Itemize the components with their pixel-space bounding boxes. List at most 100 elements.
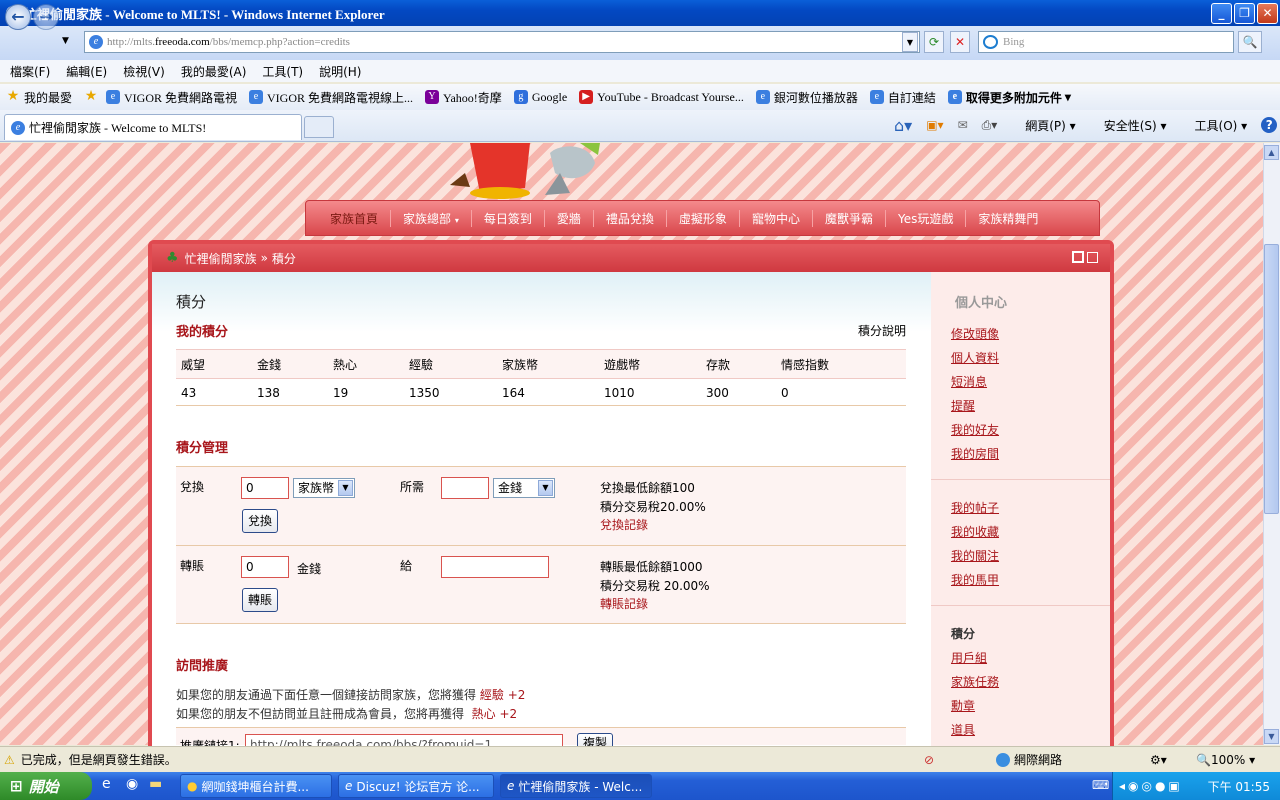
menu-help[interactable]: 說明(H) [319, 63, 361, 80]
site-nav-checkin[interactable]: 每日簽到 [472, 209, 545, 227]
taskbar-task-2[interactable]: e Discuz! 论坛官方 论... [338, 774, 494, 798]
feeds-icon[interactable]: ▣▾ [926, 118, 943, 132]
sidebar-item-friends[interactable]: 我的好友 [951, 421, 999, 438]
exchange-to-select[interactable]: 金錢 ▼ [493, 478, 555, 498]
safety-menu[interactable]: 安全性(S) ▾ [1090, 117, 1167, 134]
exchange-record-link[interactable]: 兌換記錄 [600, 516, 648, 533]
sidebar-item-posts[interactable]: 我的帖子 [951, 499, 999, 516]
sidebar-item-user-group[interactable]: 用戶組 [951, 649, 987, 666]
favorites-button[interactable]: ★ 我的最愛 [6, 89, 72, 106]
exchange-from-select[interactable]: 家族幣 ▼ [293, 478, 355, 498]
ie-page-icon: e [11, 120, 25, 135]
page-menu[interactable]: 網頁(P) ▾ [1011, 117, 1075, 134]
add-favorite-button[interactable]: ★ [84, 90, 102, 104]
fav-link-custom[interactable]: e 自訂連結 [869, 89, 936, 106]
menu-favorites[interactable]: 我的最愛(A) [181, 63, 247, 80]
site-nav-yes-games[interactable]: Yes玩遊戲 [886, 209, 967, 227]
tray-icons[interactable]: ◂◉◎●▣ [1119, 779, 1183, 793]
taskbar-task-3[interactable]: e 忙裡偷閒家族 - Welc... [500, 774, 652, 798]
warning-icon[interactable]: ⚠ [4, 753, 15, 767]
sidebar-item-room[interactable]: 我的房間 [951, 445, 999, 462]
ie-page-icon: e [755, 90, 770, 104]
transfer-record-link[interactable]: 轉賬記錄 [600, 595, 648, 612]
site-nav-dance[interactable]: 家族精舞門 [966, 210, 1050, 227]
stop-icon[interactable]: ✕ [950, 31, 970, 53]
clock[interactable]: 下午 01:55 [1208, 778, 1270, 795]
site-nav-home[interactable]: 家族首頁 [318, 209, 392, 227]
sidebar-item-items[interactable]: 道具 [951, 721, 975, 738]
zoom-level[interactable]: 🔍100% ▾ [1196, 753, 1255, 767]
fav-link-vigor-1[interactable]: e VIGOR 免費網路電視 [106, 89, 237, 106]
layout-narrow-icon[interactable] [1072, 251, 1084, 263]
credits-help-link[interactable]: 積分說明 [858, 322, 906, 339]
home-icon[interactable]: ⌂▾ [894, 116, 912, 135]
page-icon: e [89, 35, 103, 49]
transfer-recipient-input[interactable] [441, 556, 549, 578]
breadcrumb-home[interactable]: 忙裡偷閒家族 [185, 250, 257, 267]
credit-value-family-coin: 164 [502, 386, 525, 400]
fav-link-youtube[interactable]: ▶ YouTube - Broadcast Yourse... [579, 90, 744, 105]
close-button[interactable]: ✕ [1257, 3, 1278, 24]
site-nav-love-wall[interactable]: 愛牆 [545, 209, 594, 227]
tab-current[interactable]: e 忙裡偷閒家族 - Welcome to MLTS! [4, 114, 302, 140]
maximize-button[interactable]: ❐ [1234, 3, 1255, 24]
window-title-bar[interactable]: e 忙裡偷閒家族 - Welcome to MLTS! - Windows In… [0, 0, 1280, 26]
sidebar-item-reminders[interactable]: 提醒 [951, 397, 975, 414]
security-settings-icon[interactable]: ⚙▾ [1150, 753, 1167, 767]
site-nav-avatar[interactable]: 虛擬形象 [667, 209, 740, 227]
fav-link-yahoo[interactable]: Y Yahoo!奇摩 [425, 89, 502, 106]
refresh-icon[interactable]: ⟳ [924, 31, 944, 53]
site-nav-warcraft[interactable]: 魔獸爭霸 [813, 209, 886, 227]
site-nav-bar: 家族首頁 家族總部 ▾ 每日簽到 愛牆 禮品兌換 虛擬形象 寵物中心 魔獸爭霸 … [305, 200, 1100, 236]
fav-link-galaxy-player[interactable]: e 銀河數位播放器 [755, 89, 858, 106]
menu-bar: 檔案(F) 編輯(E) 檢視(V) 我的最愛(A) 工具(T) 說明(H) [0, 60, 1280, 82]
exchange-amount-input[interactable] [241, 477, 289, 499]
start-button[interactable]: ⊞ 開始 [0, 772, 92, 800]
quicklaunch-browser-icon[interactable]: ◉ [126, 776, 138, 792]
sidebar-item-alt-accounts[interactable]: 我的馬甲 [951, 571, 999, 588]
sidebar-item-medals[interactable]: 勳章 [951, 697, 975, 714]
sidebar-item-favorites[interactable]: 我的收藏 [951, 523, 999, 540]
taskbar-task-1[interactable]: ● 網咖錢坤櫃台計費... [180, 774, 332, 798]
layout-wide-icon[interactable] [1087, 252, 1098, 263]
quicklaunch-folder-icon[interactable]: ▬ [149, 776, 162, 792]
site-nav-hq[interactable]: 家族總部 ▾ [391, 209, 472, 227]
sidebar-item-profile[interactable]: 個人資料 [951, 349, 999, 366]
tools-menu[interactable]: 工具(O) ▾ [1181, 117, 1248, 134]
address-bar[interactable]: e http://mlts. freeoda.com/bbs/memcp.php?… [84, 31, 920, 53]
exchange-need-input[interactable] [441, 477, 489, 499]
fav-link-vigor-2[interactable]: e VIGOR 免費網路電視線上... [249, 89, 413, 106]
search-input[interactable]: Bing [978, 31, 1234, 53]
search-icon[interactable]: 🔍 [1238, 31, 1262, 53]
menu-file[interactable]: 檔案(F) [10, 63, 50, 80]
mail-icon[interactable]: ✉ [958, 118, 968, 132]
minimize-button[interactable]: _ [1211, 3, 1232, 24]
sidebar-item-messages[interactable]: 短消息 [951, 373, 987, 390]
sidebar-item-following[interactable]: 我的關注 [951, 547, 999, 564]
forward-button[interactable]: → [33, 4, 59, 30]
sidebar-item-edit-avatar[interactable]: 修改頭像 [951, 325, 999, 342]
quicklaunch-ie-icon[interactable]: e [102, 776, 111, 792]
menu-view[interactable]: 檢視(V) [123, 63, 165, 80]
scroll-up-arrow[interactable]: ▲ [1264, 145, 1279, 160]
exchange-button[interactable]: 兌換 [242, 509, 279, 533]
scrollbar-thumb[interactable] [1264, 244, 1279, 514]
history-dropdown-icon[interactable]: ▼ [62, 36, 69, 46]
print-icon[interactable]: ⎙▾ [982, 118, 998, 133]
sidebar-item-tasks[interactable]: 家族任務 [951, 673, 999, 690]
help-icon[interactable]: ? [1261, 117, 1278, 133]
security-zone[interactable]: 網際網路 [996, 751, 1062, 768]
keyboard-icon[interactable]: ⌨ [1092, 778, 1109, 792]
site-nav-pet-center[interactable]: 寵物中心 [740, 209, 813, 227]
transfer-amount-input[interactable] [241, 556, 289, 578]
scroll-down-arrow[interactable]: ▼ [1264, 729, 1279, 744]
transfer-button[interactable]: 轉賬 [242, 588, 279, 612]
new-tab-button[interactable] [304, 116, 334, 138]
menu-tools[interactable]: 工具(T) [262, 63, 303, 80]
menu-edit[interactable]: 編輯(E) [66, 63, 107, 80]
fav-link-google[interactable]: g Google [513, 90, 567, 105]
back-button[interactable]: ← [5, 4, 31, 30]
address-dropdown-icon[interactable]: ▼ [902, 32, 918, 52]
site-nav-gift-exchange[interactable]: 禮品兌換 [594, 209, 667, 227]
fav-get-addons[interactable]: e 取得更多附加元件 ▾ [947, 89, 1071, 106]
